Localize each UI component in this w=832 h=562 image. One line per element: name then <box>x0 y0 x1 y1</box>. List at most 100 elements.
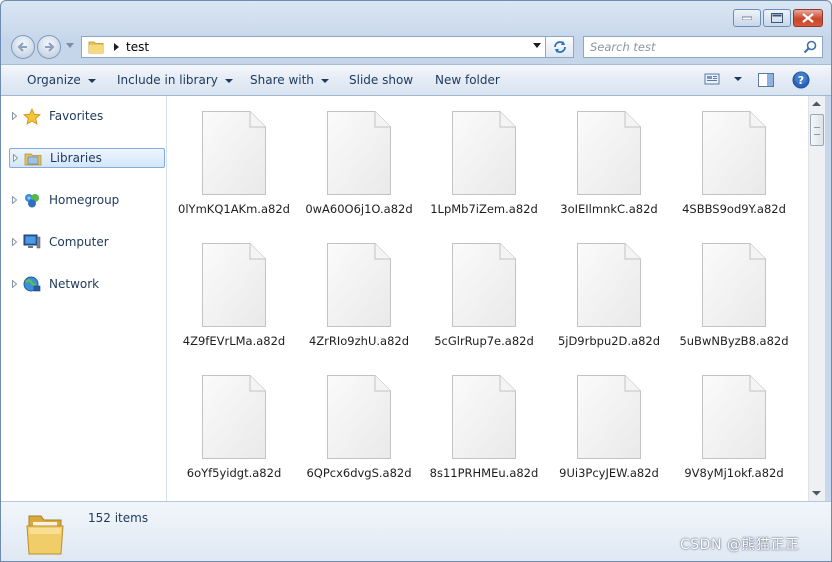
file-list: 0lYmKQ1AKm.a82d 0wA60O6j1O.a82d 1LpMb7iZem… <box>167 96 808 501</box>
new-folder-button[interactable]: New folder <box>435 73 500 87</box>
address-path[interactable]: test <box>126 40 149 54</box>
minimize-button[interactable] <box>733 9 761 27</box>
generic-file-icon <box>201 374 267 460</box>
expand-arrow-icon[interactable] <box>9 112 19 120</box>
maximize-button[interactable] <box>763 9 791 27</box>
folder-icon <box>26 515 64 555</box>
file-name: 4SBBS9od9Y.a82d <box>682 202 786 216</box>
nav-item-favorites[interactable]: Favorites <box>9 106 165 126</box>
help-icon: ? <box>792 71 810 89</box>
libraries-icon <box>22 151 44 166</box>
generic-file-icon <box>701 110 767 196</box>
file-item[interactable]: 5jD9rbpu2D.a82d <box>549 242 669 349</box>
expand-arrow-icon[interactable] <box>10 154 20 162</box>
command-bar: Organize Include in library Share with S… <box>1 64 831 96</box>
star-icon <box>21 107 43 125</box>
file-item[interactable]: 0wA60O6j1O.a82d <box>299 110 419 217</box>
nav-item-label: Computer <box>49 235 109 249</box>
generic-file-icon <box>201 110 267 196</box>
nav-item-label: Libraries <box>50 151 102 165</box>
recent-pages-chevron-icon[interactable] <box>66 43 74 49</box>
chevron-down-icon <box>320 78 329 83</box>
generic-file-icon <box>576 374 642 460</box>
file-item[interactable]: 4Z9fEVrLMa.a82d <box>174 242 294 349</box>
file-item[interactable]: 9V8yMj1okf.a82d <box>674 374 794 481</box>
forward-arrow-icon <box>45 42 55 52</box>
file-name: 5uBwNByzB8.a82d <box>679 334 789 348</box>
expand-arrow-icon[interactable] <box>9 238 19 246</box>
organize-button[interactable]: Organize <box>27 73 96 87</box>
file-name: 5cGlrRup7e.a82d <box>434 334 534 348</box>
file-name: 4ZrRIo9zhU.a82d <box>308 334 410 348</box>
change-view-button[interactable] <box>704 72 742 86</box>
nav-item-computer[interactable]: Computer <box>9 232 165 252</box>
refresh-button[interactable] <box>546 36 574 58</box>
generic-file-icon <box>701 374 767 460</box>
generic-file-icon <box>451 374 517 460</box>
share-with-button[interactable]: Share with <box>250 73 329 87</box>
nav-item-homegroup[interactable]: Homegroup <box>9 190 165 210</box>
scrollbar-thumb[interactable] <box>810 114 824 146</box>
close-icon <box>802 13 814 23</box>
file-item[interactable]: 4ZrRIo9zhU.a82d <box>299 242 419 349</box>
address-dropdown-icon[interactable] <box>533 43 541 49</box>
generic-file-icon <box>451 242 517 328</box>
file-item[interactable]: 4SBBS9od9Y.a82d <box>674 110 794 217</box>
search-input[interactable] <box>590 39 790 55</box>
nav-item-label: Network <box>49 277 100 291</box>
file-item[interactable]: 8s11PRHMEu.a82d <box>424 374 544 481</box>
history-buttons <box>9 34 81 60</box>
watermark-text: CSDN @熊猫正正 <box>680 537 800 553</box>
file-item[interactable]: 6oYf5yidgt.a82d <box>174 374 294 481</box>
explorer-window: test Organize Include in library <box>0 0 832 562</box>
file-item[interactable]: 6QPcx6dvgS.a82d <box>299 374 419 481</box>
organize-label: Organize <box>27 73 81 87</box>
slide-show-label: Slide show <box>349 73 414 87</box>
nav-item-libraries[interactable]: Libraries <box>9 148 165 168</box>
chevron-down-icon <box>224 78 233 83</box>
file-item[interactable]: 1LpMb7iZem.a82d <box>424 110 544 217</box>
nav-item-label: Favorites <box>49 109 104 123</box>
maximize-icon <box>771 13 783 23</box>
caption-buttons <box>733 9 823 27</box>
generic-file-icon <box>326 110 392 196</box>
computer-icon <box>21 234 43 250</box>
include-in-library-button[interactable]: Include in library <box>117 73 233 87</box>
generic-file-icon <box>576 110 642 196</box>
search-icon[interactable] <box>803 40 817 54</box>
generic-file-icon <box>701 242 767 328</box>
include-in-library-label: Include in library <box>117 73 218 87</box>
address-bar[interactable]: test <box>81 36 546 58</box>
folder-icon <box>88 41 104 54</box>
scroll-up-arrow-icon[interactable] <box>811 100 822 108</box>
forward-button[interactable] <box>37 35 61 59</box>
file-item[interactable]: 0lYmKQ1AKm.a82d <box>174 110 294 217</box>
file-name: 4Z9fEVrLMa.a82d <box>182 334 286 348</box>
slide-show-button[interactable]: Slide show <box>349 73 413 87</box>
help-button[interactable]: ? <box>792 71 810 92</box>
expand-arrow-icon[interactable] <box>9 280 19 288</box>
generic-file-icon <box>576 242 642 328</box>
item-count: 152 items <box>88 511 149 525</box>
minimize-icon <box>742 16 752 20</box>
preview-pane-button[interactable] <box>758 73 774 90</box>
breadcrumb-arrow-icon[interactable] <box>114 43 120 51</box>
chevron-down-icon <box>87 78 96 83</box>
refresh-icon <box>553 41 566 53</box>
search-box[interactable] <box>583 36 823 58</box>
vertical-scrollbar[interactable] <box>808 96 825 501</box>
scroll-down-arrow-icon[interactable] <box>811 489 822 497</box>
file-name: 0lYmKQ1AKm.a82d <box>178 202 290 216</box>
nav-item-network[interactable]: Network <box>9 274 165 294</box>
file-item[interactable]: 9Ui3PcyJEW.a82d <box>549 374 669 481</box>
file-name: 6QPcx6dvgS.a82d <box>306 466 412 480</box>
expand-arrow-icon[interactable] <box>9 196 19 204</box>
file-item[interactable]: 5cGlrRup7e.a82d <box>424 242 544 349</box>
generic-file-icon <box>201 242 267 328</box>
file-item[interactable]: 3oIEIlmnkC.a82d <box>549 110 669 217</box>
file-item[interactable]: 5uBwNByzB8.a82d <box>674 242 794 349</box>
back-button[interactable] <box>11 35 35 59</box>
close-button[interactable] <box>793 9 823 27</box>
file-name: 8s11PRHMEu.a82d <box>429 466 539 480</box>
file-name: 1LpMb7iZem.a82d <box>430 202 538 216</box>
